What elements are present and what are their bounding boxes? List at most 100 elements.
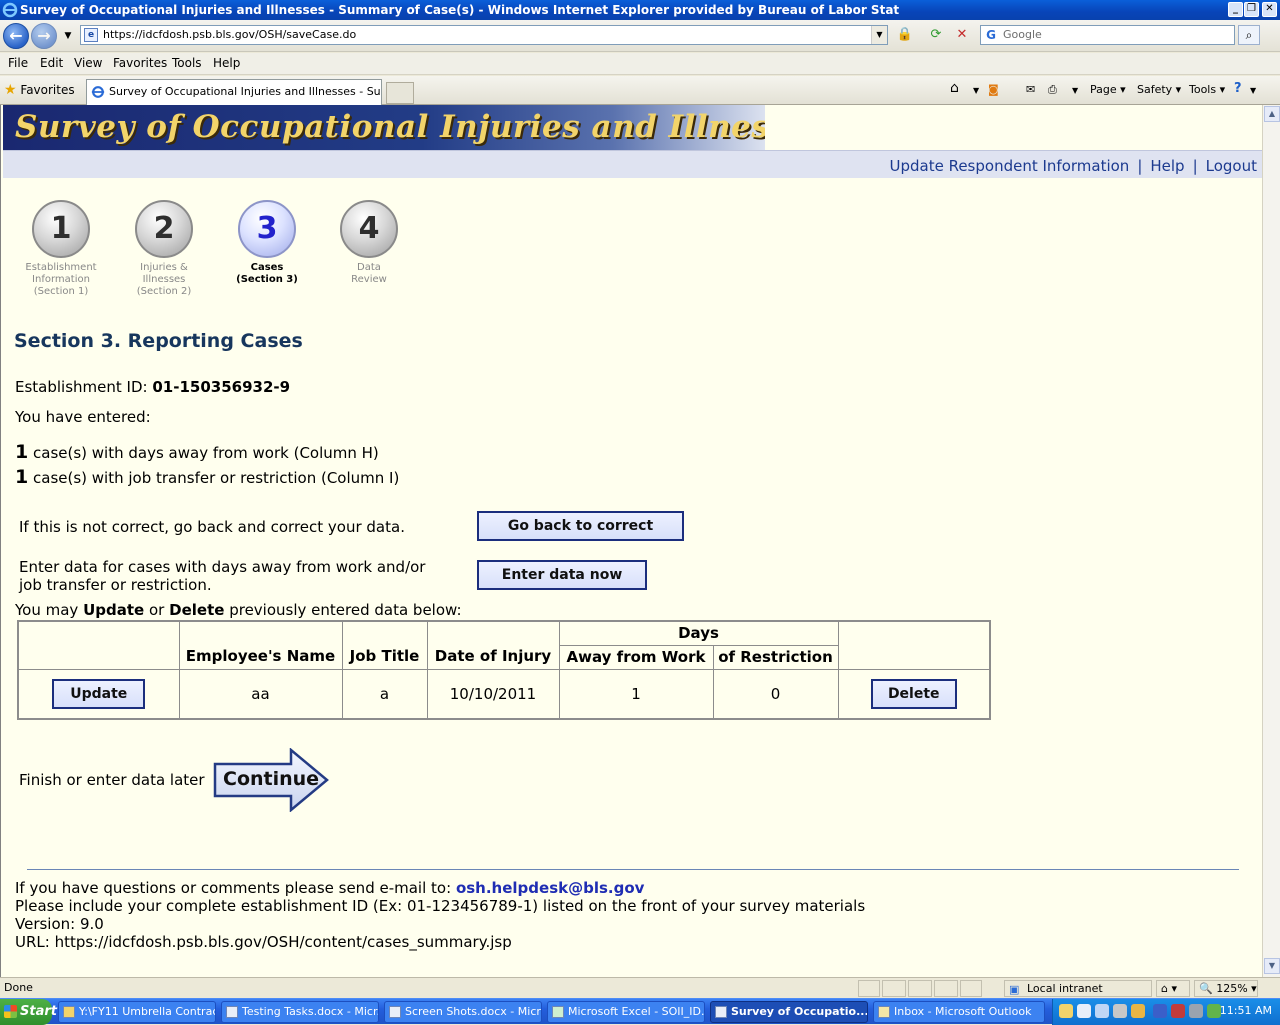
back-button[interactable]: ← [3,23,29,49]
browser-tab[interactable]: Survey of Occupational Injuries and Illn… [86,79,382,105]
continue-button[interactable]: Continue [213,747,331,813]
home-dropdown-icon[interactable]: ▼ [973,86,979,95]
help-dropdown-icon[interactable]: ▼ [1250,86,1256,95]
count-i-line: 1 case(s) with job transfer or restricti… [15,466,399,488]
restore-button[interactable]: ❐ [1244,2,1259,17]
away-from-work-cell: 1 [558,668,714,720]
status-cell [908,980,932,997]
finish-text: Finish or enter data later [19,771,205,789]
footer-version: Version: 9.0 [15,915,104,933]
read-mail-icon[interactable]: ✉ [1026,83,1035,96]
menu-file[interactable]: File [8,56,28,70]
zoom-icon: 🔍 [1199,982,1213,995]
refresh-icon[interactable]: ⟳ [926,25,946,45]
away-from-work-header: Away from Work [558,644,714,670]
top-navigation: Update Respondent Information | Help | Logou… [3,150,1263,178]
lock-icon[interactable]: 🔒 [895,25,915,45]
menu-favorites[interactable]: Favorites [113,56,167,70]
page-menu[interactable]: Page ▾ [1090,83,1126,96]
page-icon: e [84,28,98,42]
step-2-label: Injuries & Illnesses (Section 2) [136,262,192,297]
step-3-label: Cases (Section 3) [236,262,298,285]
scroll-up-arrow[interactable]: ▲ [1264,106,1280,122]
search-placeholder: Google [1003,28,1042,41]
logout-link[interactable]: Logout [1206,157,1257,175]
windows-flag-icon [4,1005,17,1018]
tray-icon[interactable] [1059,1004,1073,1018]
vertical-scrollbar[interactable]: ▲ ▼ [1262,105,1280,977]
zoom-control[interactable]: 🔍 125% ▾ [1194,980,1258,997]
safety-menu[interactable]: Safety ▾ [1137,83,1181,96]
step-3[interactable]: 3 Cases (Section 3) [217,200,317,286]
taskbar-item-word-screenshots[interactable]: Screen Shots.docx - Micr... [384,1001,542,1023]
new-tab-button[interactable] [386,82,414,104]
menu-edit[interactable]: Edit [40,56,63,70]
continue-label: Continue [223,768,320,790]
start-button[interactable]: Start [0,999,57,1025]
favorites-label: Favorites [20,83,75,97]
address-url: https://idcfdosh.psb.bls.gov/OSH/saveCas… [103,28,357,41]
tray-icon[interactable] [1077,1004,1091,1018]
menu-view[interactable]: View [74,56,102,70]
taskbar-item-outlook[interactable]: Inbox - Microsoft Outlook [873,1001,1045,1023]
search-input[interactable]: G Google [980,25,1235,45]
step-2[interactable]: 2 Injuries & Illnesses (Section 2) [114,200,214,298]
close-window-button[interactable]: ✕ [1262,2,1277,17]
helpdesk-email-link[interactable]: osh.helpdesk@bls.gov [456,879,644,897]
print-dropdown-icon[interactable]: ▼ [1072,86,1078,95]
taskbar-item-word-testing[interactable]: Testing Tasks.docx - Micr... [221,1001,379,1023]
go-back-button[interactable]: Go back to correct [477,511,684,541]
zone-indicator[interactable]: ▣ Local intranet [1004,980,1152,997]
table-row: Update aa a 10/10/2011 1 0 Delete [17,668,991,720]
address-toolbar: ← → ▼ e https://idcfdosh.psb.bls.gov/OSH… [0,20,1280,52]
folder-icon [63,1006,75,1018]
shield-icon[interactable] [1153,1004,1167,1018]
print-icon[interactable]: ⎙ [1048,83,1057,97]
address-bar[interactable]: e https://idcfdosh.psb.bls.gov/OSH/saveC… [80,25,888,45]
address-dropdown-icon[interactable]: ▼ [871,26,887,44]
status-bar: Done ▣ Local intranet ⌂ ▾ 🔍 125% ▾ [0,977,1280,998]
tools-menu[interactable]: Tools ▾ [1189,83,1225,96]
window-title-bar[interactable]: Survey of Occupational Injuries and Illn… [0,0,1280,20]
taskbar-item-ie[interactable]: Survey of Occupatio... [710,1001,868,1023]
step-1[interactable]: 1 Establishment Information (Section 1) [11,200,111,298]
step-4[interactable]: 4 Data Review [319,200,419,286]
update-respondent-link[interactable]: Update Respondent Information [889,157,1129,175]
stop-icon[interactable]: ✕ [952,25,972,45]
google-icon: G [986,28,996,42]
page-content: Survey of Occupational Injuries and Illn… [0,105,1264,977]
intranet-icon: ▣ [1009,983,1020,996]
enter-data-button[interactable]: Enter data now [477,560,647,590]
tray-icon[interactable] [1171,1004,1185,1018]
restriction-cell: 0 [712,668,839,720]
favorites-button[interactable]: ★ Favorites [4,82,75,98]
scroll-down-arrow[interactable]: ▼ [1264,958,1280,974]
help-link[interactable]: Help [1150,157,1184,175]
tray-icon[interactable] [1113,1004,1127,1018]
help-icon[interactable]: ? [1234,81,1242,96]
delete-button[interactable]: Delete [870,678,957,709]
menu-tools[interactable]: Tools [172,56,202,70]
outlook-icon [878,1006,890,1018]
internet-explorer-icon [2,2,18,18]
taskbar-item-excel[interactable]: Microsoft Excel - SOII_ID... [547,1001,705,1023]
recent-pages-dropdown-icon[interactable]: ▼ [58,26,78,46]
protected-mode-icon[interactable]: ⌂ ▾ [1156,980,1190,997]
step-2-circle: 2 [135,200,193,258]
tray-icon[interactable] [1131,1004,1145,1018]
search-button[interactable]: ⌕ [1238,25,1260,45]
zoom-level: 125% [1216,982,1248,995]
ie-icon [715,1006,727,1018]
window-title: Survey of Occupational Injuries and Illn… [20,3,900,17]
step-4-label: Data Review [351,262,387,285]
minimize-button[interactable]: _ [1228,2,1243,17]
forward-button[interactable]: → [31,23,57,49]
update-button[interactable]: Update [52,678,146,709]
tray-icon[interactable] [1095,1004,1109,1018]
menu-help[interactable]: Help [213,56,240,70]
tray-icon[interactable] [1189,1004,1203,1018]
step-1-circle: 1 [32,200,90,258]
home-icon[interactable]: ⌂ [950,80,959,96]
taskbar-item-folder[interactable]: Y:\FY11 Umbrella Contract [58,1001,216,1023]
feeds-icon[interactable]: ◙ [988,83,999,96]
